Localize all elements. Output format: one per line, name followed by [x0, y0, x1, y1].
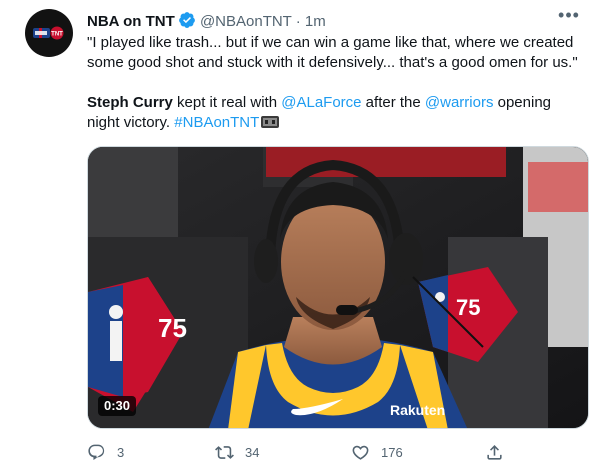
svg-text:TNT: TNT [51, 32, 63, 38]
retweet-icon [215, 445, 234, 459]
svg-text:75: 75 [456, 295, 480, 320]
like-count: 176 [381, 444, 403, 460]
mention-warriors[interactable]: @warriors [425, 94, 494, 111]
author-handle[interactable]: @NBAonTNT [200, 13, 292, 30]
tweet-body: Steph Curry kept it real with @ALaForce … [87, 93, 587, 133]
author-name[interactable]: NBA on TNT [87, 13, 175, 30]
tweet-quote: "I played like trash... but if we can wi… [87, 34, 578, 71]
video-player[interactable]: 75 75 Rakuten 0:30 [87, 146, 589, 429]
avatar[interactable]: TNT [25, 9, 73, 57]
video-duration: 0:30 [98, 396, 137, 416]
svg-text:75: 75 [158, 313, 187, 343]
hashtag-nbaontnt[interactable]: #NBAonTNT [174, 114, 259, 131]
mention-alaforce[interactable]: @ALaForce [281, 94, 361, 111]
tweet-text: "I played like trash... but if we can wi… [87, 33, 587, 133]
more-icon: ••• [558, 5, 580, 25]
share-icon [487, 444, 502, 460]
reply-button[interactable]: 3 [87, 440, 124, 464]
body-text-1: kept it real with [172, 94, 282, 111]
nba-tnt-logo-icon: TNT [33, 26, 64, 40]
reply-icon [88, 444, 105, 460]
video-thumbnail: 75 75 Rakuten [88, 147, 588, 428]
tweet-actions: 3 34 176 [87, 440, 527, 464]
timestamp[interactable]: 1m [305, 13, 326, 30]
tweet-header: NBA on TNT @NBAonTNT · 1m [87, 11, 326, 31]
body-text-2: after the [361, 94, 425, 111]
tweet-card[interactable]: TNT NBA on TNT @NBAonTNT · 1m ••• "I pla… [0, 0, 589, 470]
like-button[interactable]: 176 [351, 440, 403, 464]
heart-icon [352, 445, 369, 460]
retweet-count: 34 [245, 444, 260, 460]
separator-dot: · [295, 13, 301, 30]
verified-badge-icon [178, 12, 195, 28]
body-bold-name: Steph Curry [87, 94, 173, 111]
reply-count: 3 [117, 444, 125, 460]
share-button[interactable] [485, 440, 515, 464]
retweet-button[interactable]: 34 [215, 440, 259, 464]
tnt-basketball-emoji-icon [261, 116, 280, 128]
jersey-sponsor-text: Rakuten [390, 402, 445, 418]
more-options-button[interactable]: ••• [557, 5, 581, 28]
